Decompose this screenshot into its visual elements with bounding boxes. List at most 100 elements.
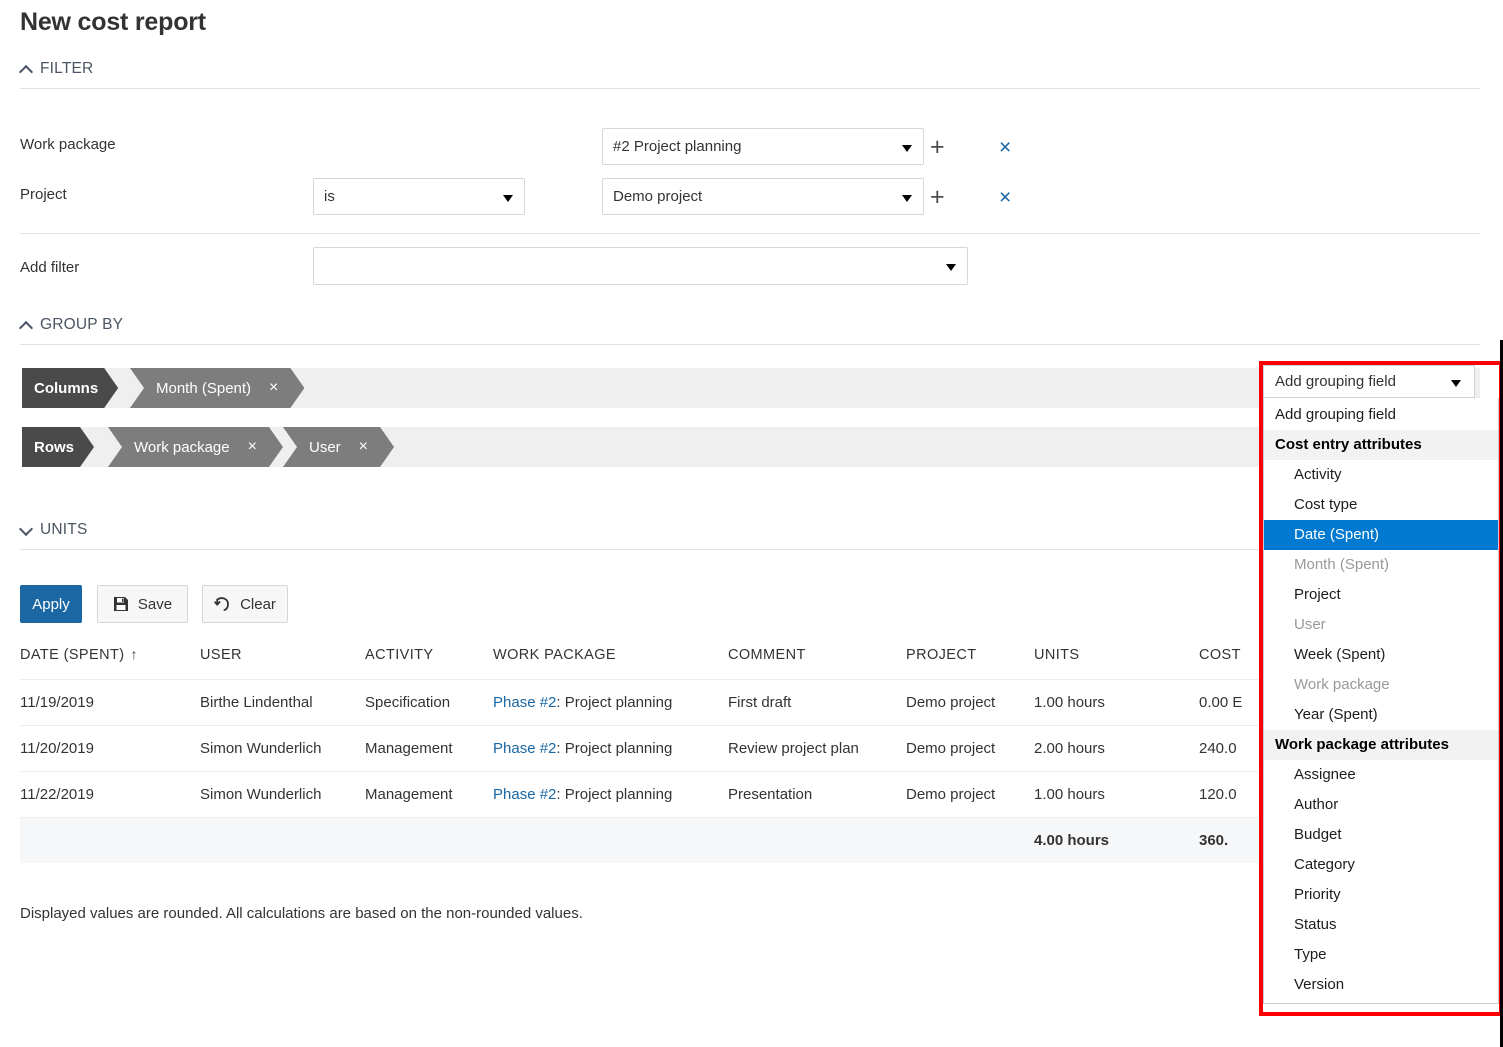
work-package-rest: : Project planning [556,786,672,803]
dropdown-item-project[interactable]: Project [1264,580,1498,610]
add-grouping-field-dropdown: Add grouping field Add grouping field Co… [1263,365,1499,1004]
cell-units: 1.00 hours [1034,680,1199,726]
tag-remove-icon[interactable]: × [269,379,278,397]
column-header-comment[interactable]: COMMENT [728,638,906,680]
table-header-row: DATE (SPENT)↑ USER ACTIVITY WORK PACKAGE… [20,638,1400,680]
dropdown-item-priority[interactable]: Priority [1264,880,1498,910]
dropdown-item-work-package: Work package [1264,670,1498,700]
units-section-header[interactable]: UNITS [20,521,88,539]
work-package-link[interactable]: Phase #2 [493,786,556,803]
total-units: 4.00 hours [1034,818,1199,864]
divider [20,344,1480,345]
group-by-columns-header-label: Columns [34,380,98,397]
dropdown-item-status[interactable]: Status [1264,910,1498,940]
add-filter-value-button-2[interactable]: + [930,185,945,210]
group-by-rows-row: Rows Work package × User × [22,427,1480,467]
cell-activity: Management [365,726,493,772]
add-grouping-field-menu: Add grouping field Cost entry attributes… [1263,398,1499,1004]
dropdown-item-assignee[interactable]: Assignee [1264,760,1498,790]
chevron-up-icon [20,319,33,332]
cell-activity: Specification [365,680,493,726]
cell-user[interactable]: Simon Wunderlich [200,772,365,818]
dropdown-item-author[interactable]: Author [1264,790,1498,820]
total-spacer [365,818,493,864]
cell-date: 11/20/2019 [20,726,200,772]
remove-filter-button-1[interactable]: × [999,137,1011,158]
column-header-activity[interactable]: ACTIVITY [365,638,493,680]
rounding-footnote: Displayed values are rounded. All calcul… [20,905,583,922]
group-by-rows-header: Rows [22,427,94,467]
work-package-rest: : Project planning [556,694,672,711]
dropdown-item-version[interactable]: Version [1264,970,1498,1000]
dropdown-item-type[interactable]: Type [1264,940,1498,970]
filter-operator-project[interactable]: is [313,178,525,215]
cell-project[interactable]: Demo project [906,772,1034,818]
cell-project[interactable]: Demo project [906,680,1034,726]
dropdown-item-week-spent[interactable]: Week (Spent) [1264,640,1498,670]
table-row: 11/19/2019 Birthe Lindenthal Specificati… [20,680,1400,726]
dropdown-item-cost-type[interactable]: Cost type [1264,490,1498,520]
total-spacer [493,818,728,864]
add-grouping-field-toggle[interactable]: Add grouping field [1263,365,1475,398]
cell-project[interactable]: Demo project [906,726,1034,772]
column-header-user[interactable]: USER [200,638,365,680]
cost-entries-table: DATE (SPENT)↑ USER ACTIVITY WORK PACKAGE… [20,638,1400,863]
filter-value-work-package[interactable]: #2 Project planning [602,128,924,165]
cell-units: 1.00 hours [1034,772,1199,818]
cell-comment: Presentation [728,772,906,818]
cell-comment: Review project plan [728,726,906,772]
column-header-project[interactable]: PROJECT [906,638,1034,680]
filter-section-label: FILTER [40,60,93,78]
group-by-columns-tag-0[interactable]: Month (Spent) × [130,368,304,408]
tag-remove-icon[interactable]: × [359,438,368,456]
filter-value-work-package-text: #2 Project planning [613,138,741,155]
dropdown-item-budget[interactable]: Budget [1264,820,1498,850]
add-filter-select[interactable] [313,247,968,285]
total-spacer [200,818,365,864]
divider [20,549,1480,550]
total-spacer [728,818,906,864]
dropdown-item-category[interactable]: Category [1264,850,1498,880]
dropdown-item-year-spent[interactable]: Year (Spent) [1264,700,1498,730]
dropdown-item-date-spent[interactable]: Date (Spent) [1264,520,1498,550]
dropdown-item-activity[interactable]: Activity [1264,460,1498,490]
dropdown-item-month-spent: Month (Spent) [1264,550,1498,580]
add-grouping-field-toggle-label: Add grouping field [1275,373,1396,390]
cell-work-package: Phase #2: Project planning [493,680,728,726]
add-filter-value-button-1[interactable]: + [930,135,945,160]
filter-value-project[interactable]: Demo project [602,178,924,215]
group-by-rows-tag-0[interactable]: Work package × [108,427,283,467]
chevron-down-icon [503,195,513,202]
apply-button[interactable]: Apply [20,585,82,623]
floppy-disk-icon [113,596,129,612]
divider [20,233,1480,234]
column-header-date[interactable]: DATE (SPENT)↑ [20,638,200,680]
dropdown-item-user: User [1264,610,1498,640]
chevron-up-icon [20,63,33,76]
column-header-units[interactable]: UNITS [1034,638,1199,680]
filter-label-work-package: Work package [20,136,116,153]
apply-button-label: Apply [32,596,70,613]
save-button-label: Save [138,596,172,613]
column-header-work-package[interactable]: WORK PACKAGE [493,638,728,680]
remove-filter-button-2[interactable]: × [999,187,1011,208]
cell-work-package: Phase #2: Project planning [493,772,728,818]
dropdown-group-work-package-attributes: Work package attributes [1264,730,1498,760]
tag-remove-icon[interactable]: × [248,438,257,456]
tag-label: User [309,439,341,456]
save-button[interactable]: Save [97,585,188,623]
cell-user[interactable]: Birthe Lindenthal [200,680,365,726]
group-by-rows-tag-1[interactable]: User × [283,427,394,467]
chevron-down-icon [20,524,33,537]
work-package-link[interactable]: Phase #2 [493,694,556,711]
work-package-link[interactable]: Phase #2 [493,740,556,757]
dropdown-item-add-grouping-field[interactable]: Add grouping field [1264,400,1498,430]
clear-button-label: Clear [240,596,276,613]
group-by-section-header[interactable]: GROUP BY [20,316,123,334]
clear-button[interactable]: Clear [202,585,288,623]
cell-units: 2.00 hours [1034,726,1199,772]
cell-user[interactable]: Simon Wunderlich [200,726,365,772]
filter-section-header[interactable]: FILTER [20,60,93,78]
tag-label: Month (Spent) [156,380,251,397]
total-spacer [20,818,200,864]
